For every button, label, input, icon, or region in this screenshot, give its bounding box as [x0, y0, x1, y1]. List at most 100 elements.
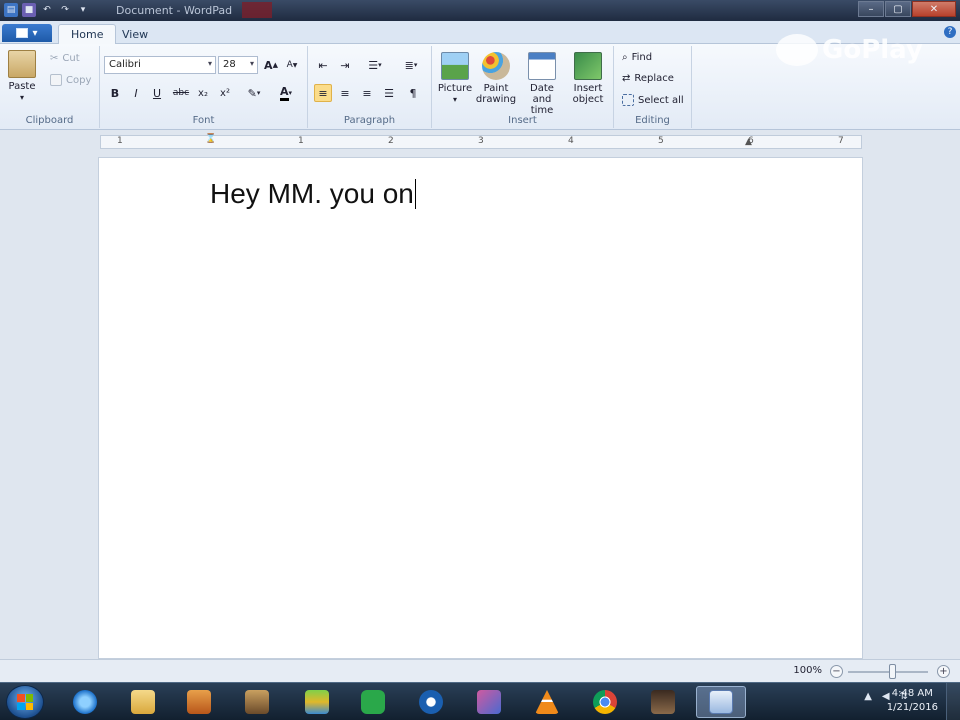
- help-icon[interactable]: ?: [944, 26, 956, 38]
- insert-object-button[interactable]: Insert object: [568, 52, 608, 105]
- scissors-icon: ✂: [50, 53, 59, 64]
- taskbar-media-player[interactable]: [174, 686, 224, 718]
- underline-button[interactable]: U: [148, 84, 166, 102]
- paragraph-group: ⇤ ⇥ ☰ ▾ ≣ ▾ ≡ ≡ ≡ ☰ ¶ Paragraph: [308, 46, 432, 128]
- minimize-button[interactable]: –: [858, 1, 884, 17]
- bold-button[interactable]: B: [106, 84, 124, 102]
- document-area: Hey MM. you on: [0, 153, 960, 659]
- zoom-slider-track[interactable]: [848, 671, 928, 673]
- paragraph-group-label: Paragraph: [343, 115, 396, 126]
- align-left-button[interactable]: ≡: [314, 84, 332, 102]
- picture-button[interactable]: Picture ▾: [438, 52, 472, 105]
- start-button[interactable]: [6, 685, 44, 719]
- shrink-font-button[interactable]: A ▼: [283, 56, 301, 74]
- tab-view[interactable]: View: [110, 24, 160, 44]
- close-button[interactable]: ✕: [912, 1, 956, 17]
- font-size-value: 28: [223, 59, 236, 70]
- bullets-button[interactable]: ☰ ▾: [360, 56, 390, 74]
- document-page[interactable]: Hey MM. you on: [98, 157, 863, 659]
- ruler-mark: 2: [388, 136, 394, 146]
- left-indent-marker[interactable]: ⌛: [205, 134, 216, 144]
- copy-button[interactable]: Copy: [50, 74, 91, 86]
- user-photo-icon: [651, 690, 675, 714]
- text-caret: [414, 179, 416, 209]
- font-size-select[interactable]: 28 ▾: [218, 56, 258, 74]
- replace-button[interactable]: ⇄ Replace: [622, 73, 674, 84]
- taskbar-ccleaner[interactable]: [406, 686, 456, 718]
- bluestacks-icon: [305, 690, 329, 714]
- font-family-select[interactable]: Calibri ▾: [104, 56, 216, 74]
- taskbar-photo-app[interactable]: [464, 686, 514, 718]
- ruler-mark: 1: [117, 136, 123, 146]
- bullet-list-icon: ☰: [368, 58, 379, 72]
- subscript-button[interactable]: x₂: [194, 84, 212, 102]
- taskbar-chrome[interactable]: [580, 686, 630, 718]
- undo-icon[interactable]: ↶: [40, 3, 54, 17]
- binoculars-icon: ⌕: [622, 52, 628, 63]
- taskbar-vlc[interactable]: [522, 686, 572, 718]
- cut-button[interactable]: ✂ Cut: [50, 53, 80, 64]
- taskbar-game-app[interactable]: [232, 686, 282, 718]
- taskbar-internet-explorer[interactable]: [60, 686, 110, 718]
- font-color-button[interactable]: A ▾: [272, 84, 300, 102]
- superscript-button[interactable]: x²: [216, 84, 234, 102]
- redo-icon[interactable]: ↷: [58, 3, 72, 17]
- date-time-label: Date and time: [530, 83, 554, 116]
- application-menu-button[interactable]: ▾: [2, 24, 52, 42]
- align-right-button[interactable]: ≡: [358, 84, 376, 102]
- tray-expand-icon[interactable]: ▲: [864, 691, 872, 702]
- justify-button[interactable]: ☰: [380, 84, 398, 102]
- paste-button[interactable]: Paste ▾: [8, 50, 36, 103]
- picture-icon: [441, 52, 469, 80]
- decrease-indent-button[interactable]: ⇤: [314, 56, 332, 74]
- date-time-button[interactable]: Date and time: [520, 52, 564, 116]
- insert-group: Picture ▾ Paint drawing Date and time In…: [432, 46, 614, 128]
- zoom-slider-thumb[interactable]: [889, 664, 896, 679]
- ruler-mark: 7: [838, 136, 844, 146]
- ccleaner-icon: [419, 690, 443, 714]
- save-icon[interactable]: ■: [22, 3, 36, 17]
- ruler-mark: 5: [658, 136, 664, 146]
- clock-date: 1/21/2016: [886, 702, 938, 713]
- status-bar: 100% − +: [0, 659, 960, 682]
- tab-home[interactable]: Home: [58, 24, 117, 44]
- find-button[interactable]: ⌕ Find: [622, 52, 652, 63]
- clock[interactable]: 4:48 AM 1/21/2016: [887, 687, 938, 715]
- wordpad-icon: [709, 690, 733, 714]
- insert-group-label: Insert: [508, 115, 537, 126]
- taskbar-bluestacks[interactable]: [292, 686, 342, 718]
- calendar-clock-icon: [528, 52, 556, 80]
- highlight-button[interactable]: ✎ ▾: [240, 84, 268, 102]
- zoom-in-button[interactable]: +: [937, 665, 950, 678]
- increase-indent-button[interactable]: ⇥: [336, 56, 354, 74]
- folder-icon: [131, 690, 155, 714]
- paint-drawing-button[interactable]: Paint drawing: [476, 52, 516, 105]
- chrome-icon: [593, 690, 617, 714]
- taskbar-file-explorer[interactable]: [118, 686, 168, 718]
- ruler[interactable]: 1 1 2 3 4 5 6 7 ⌛ ▲: [100, 134, 862, 149]
- wordpad-app-icon[interactable]: ▤: [4, 3, 18, 17]
- maximize-button[interactable]: ▢: [885, 1, 911, 17]
- document-text[interactable]: Hey MM. you on: [210, 178, 416, 210]
- taskbar-user-app[interactable]: [638, 686, 688, 718]
- vlc-cone-icon: [535, 690, 559, 714]
- customize-qat-icon[interactable]: ▾: [76, 3, 90, 17]
- zoom-out-button[interactable]: −: [830, 665, 843, 678]
- highlighter-icon: ✎: [247, 86, 257, 100]
- strikethrough-button[interactable]: abc: [170, 84, 192, 102]
- grow-font-button[interactable]: A ▲: [262, 56, 280, 74]
- line-spacing-icon: ≣: [404, 58, 414, 72]
- taskbar-green-app[interactable]: [348, 686, 398, 718]
- goplay-logo-icon: [776, 34, 818, 66]
- window-controls: – ▢ ✕: [858, 1, 956, 17]
- taskbar-wordpad[interactable]: [696, 686, 746, 718]
- goplay-watermark: GoPlay: [776, 34, 923, 66]
- paragraph-settings-button[interactable]: ¶: [404, 84, 422, 102]
- select-all-button[interactable]: Select all: [622, 94, 684, 106]
- align-center-button[interactable]: ≡: [336, 84, 354, 102]
- right-indent-marker[interactable]: ▲: [745, 137, 752, 147]
- italic-button[interactable]: I: [127, 84, 145, 102]
- cut-label: Cut: [62, 53, 80, 64]
- show-desktop-button[interactable]: [946, 683, 960, 720]
- line-spacing-button[interactable]: ≣ ▾: [396, 56, 426, 74]
